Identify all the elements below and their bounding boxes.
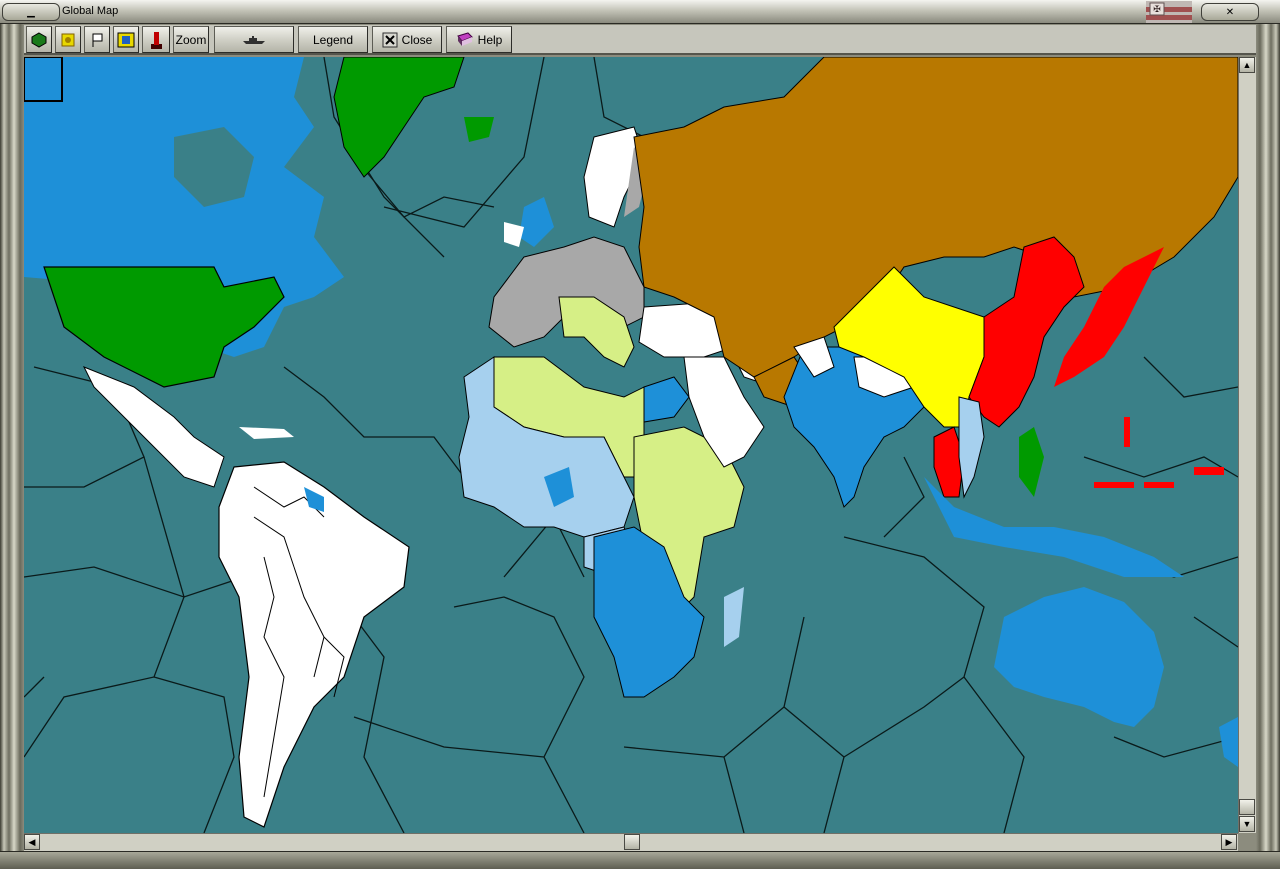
- horizontal-scrollbar[interactable]: ◀ ▶: [24, 833, 1238, 851]
- minimize-icon: ▁: [27, 6, 35, 18]
- scroll-up-arrow-icon[interactable]: ▲: [1239, 57, 1255, 73]
- help-book-icon: [456, 31, 473, 46]
- window-frame-right: [1256, 0, 1280, 869]
- scroll-thumb-horizontal[interactable]: [624, 834, 640, 850]
- industry-icon: [151, 31, 162, 49]
- scroll-left-arrow-icon[interactable]: ◀: [24, 834, 40, 850]
- scroll-right-arrow-icon[interactable]: ▶: [1221, 834, 1237, 850]
- flag-button[interactable]: [84, 26, 110, 53]
- resources-button[interactable]: [55, 26, 81, 53]
- zoom-button[interactable]: Zoom: [173, 26, 209, 53]
- minimize-button[interactable]: ▁: [2, 3, 60, 21]
- vertical-scrollbar[interactable]: ▲ ▼: [1238, 57, 1256, 833]
- help-button[interactable]: Help: [446, 26, 512, 53]
- ship-icon: [243, 35, 265, 44]
- province-button[interactable]: [113, 26, 139, 53]
- region-egypt[interactable]: [643, 376, 690, 423]
- region-mexico[interactable]: [82, 366, 225, 488]
- maximize-icon: ✕: [1225, 6, 1235, 18]
- japan-pacific-islands: [1094, 417, 1224, 488]
- window-title: Global Map: [62, 5, 119, 17]
- region-australia[interactable]: [994, 587, 1164, 727]
- map-canvas[interactable]: [24, 57, 1238, 833]
- region-greenland[interactable]: [333, 57, 465, 178]
- units-button[interactable]: [26, 26, 52, 53]
- scroll-down-arrow-icon[interactable]: ▼: [1239, 816, 1255, 832]
- window-bottom-edge[interactable]: [0, 851, 1280, 869]
- legend-button[interactable]: Legend: [298, 26, 368, 53]
- province-icon: [117, 32, 135, 47]
- nation-flag-icon: ✠: [1146, 1, 1192, 23]
- help-label: Help: [477, 32, 503, 47]
- close-icon: [382, 32, 398, 47]
- resource-icon: [61, 33, 75, 46]
- close-button[interactable]: Close: [372, 26, 442, 53]
- region-cuba[interactable]: [239, 427, 294, 439]
- flag-icon: [92, 33, 103, 47]
- region-new-zealand[interactable]: [1219, 717, 1238, 767]
- region-philippines[interactable]: [1019, 427, 1044, 497]
- region-usa[interactable]: [43, 266, 285, 388]
- region-iceland[interactable]: [464, 117, 494, 142]
- unit-hex-icon: [31, 31, 47, 48]
- region-japan-mainland[interactable]: [968, 236, 1085, 428]
- region-madagascar[interactable]: [724, 587, 744, 647]
- zoom-label: Zoom: [175, 32, 207, 47]
- ships-button[interactable]: [214, 26, 294, 53]
- svg-text:✠: ✠: [1153, 5, 1161, 15]
- title-bar[interactable]: ▁ Global Map ✠ ✕: [0, 0, 1280, 24]
- region-south-america[interactable]: [218, 461, 410, 828]
- legend-label: Legend: [312, 32, 354, 47]
- toolbar: Zoom Legend Close Help: [24, 25, 1256, 55]
- region-indochina[interactable]: [958, 396, 985, 499]
- close-label: Close: [401, 32, 433, 47]
- industry-button[interactable]: [142, 26, 170, 53]
- maximize-button[interactable]: ✕: [1201, 3, 1259, 21]
- world-map[interactable]: [24, 57, 1238, 833]
- scroll-thumb-vertical[interactable]: [1239, 799, 1255, 815]
- region-britain[interactable]: [519, 197, 554, 247]
